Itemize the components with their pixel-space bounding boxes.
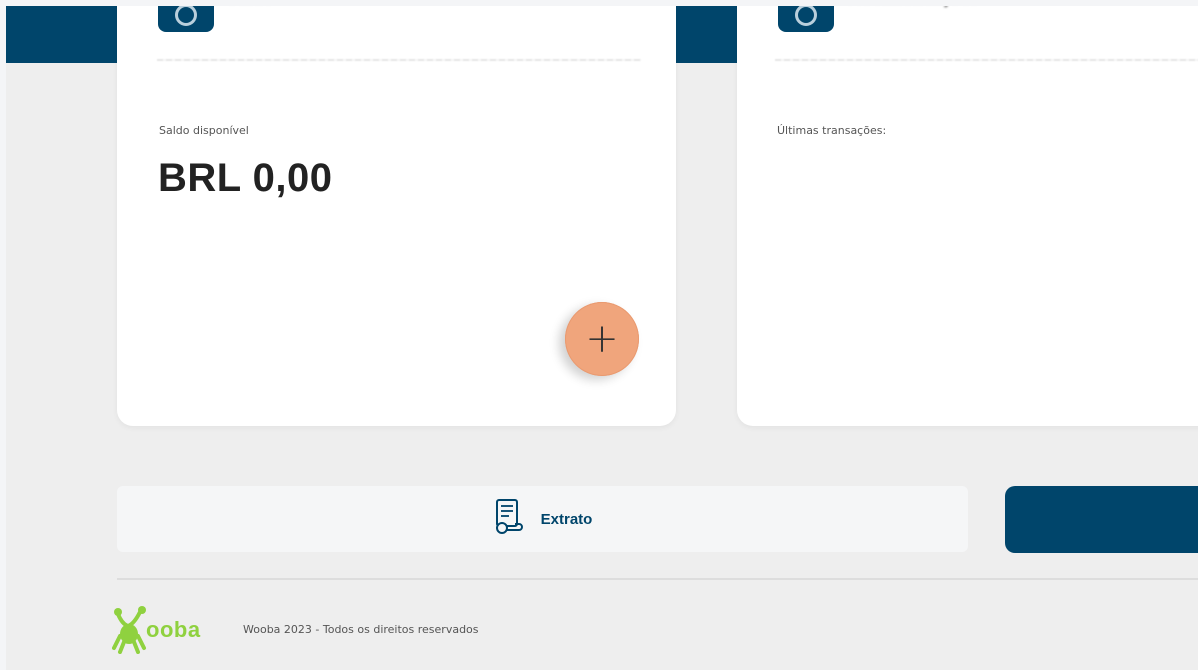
- plus-icon: +: [585, 316, 619, 362]
- card-divider: [157, 59, 641, 61]
- saldo-label: Saldo disponível: [159, 124, 249, 137]
- saldo-value: BRL 0,00: [158, 156, 333, 200]
- transactions-label: Últimas transações:: [777, 124, 887, 137]
- logo-text: ooba: [146, 617, 201, 642]
- receipt-icon: [493, 498, 525, 540]
- add-balance-button[interactable]: +: [565, 302, 639, 376]
- saldo-card: Saldo Saldo disponível BRL 0,00 +: [117, 0, 676, 426]
- card-divider: [775, 59, 1198, 61]
- footer-copyright: Wooba 2023 - Todos os direitos reservado…: [243, 623, 479, 636]
- footer-divider: [117, 578, 1198, 580]
- movimentacoes-card: Movimentações Últimas transações:: [737, 0, 1198, 426]
- left-edge: [0, 6, 6, 670]
- top-strip: [0, 0, 1198, 6]
- extrato-button[interactable]: Extrato: [117, 486, 968, 552]
- extrato-label: Extrato: [540, 510, 593, 528]
- frog-icon: [112, 606, 146, 654]
- secondary-action-button[interactable]: [1005, 486, 1198, 553]
- wooba-logo: ooba: [112, 605, 201, 655]
